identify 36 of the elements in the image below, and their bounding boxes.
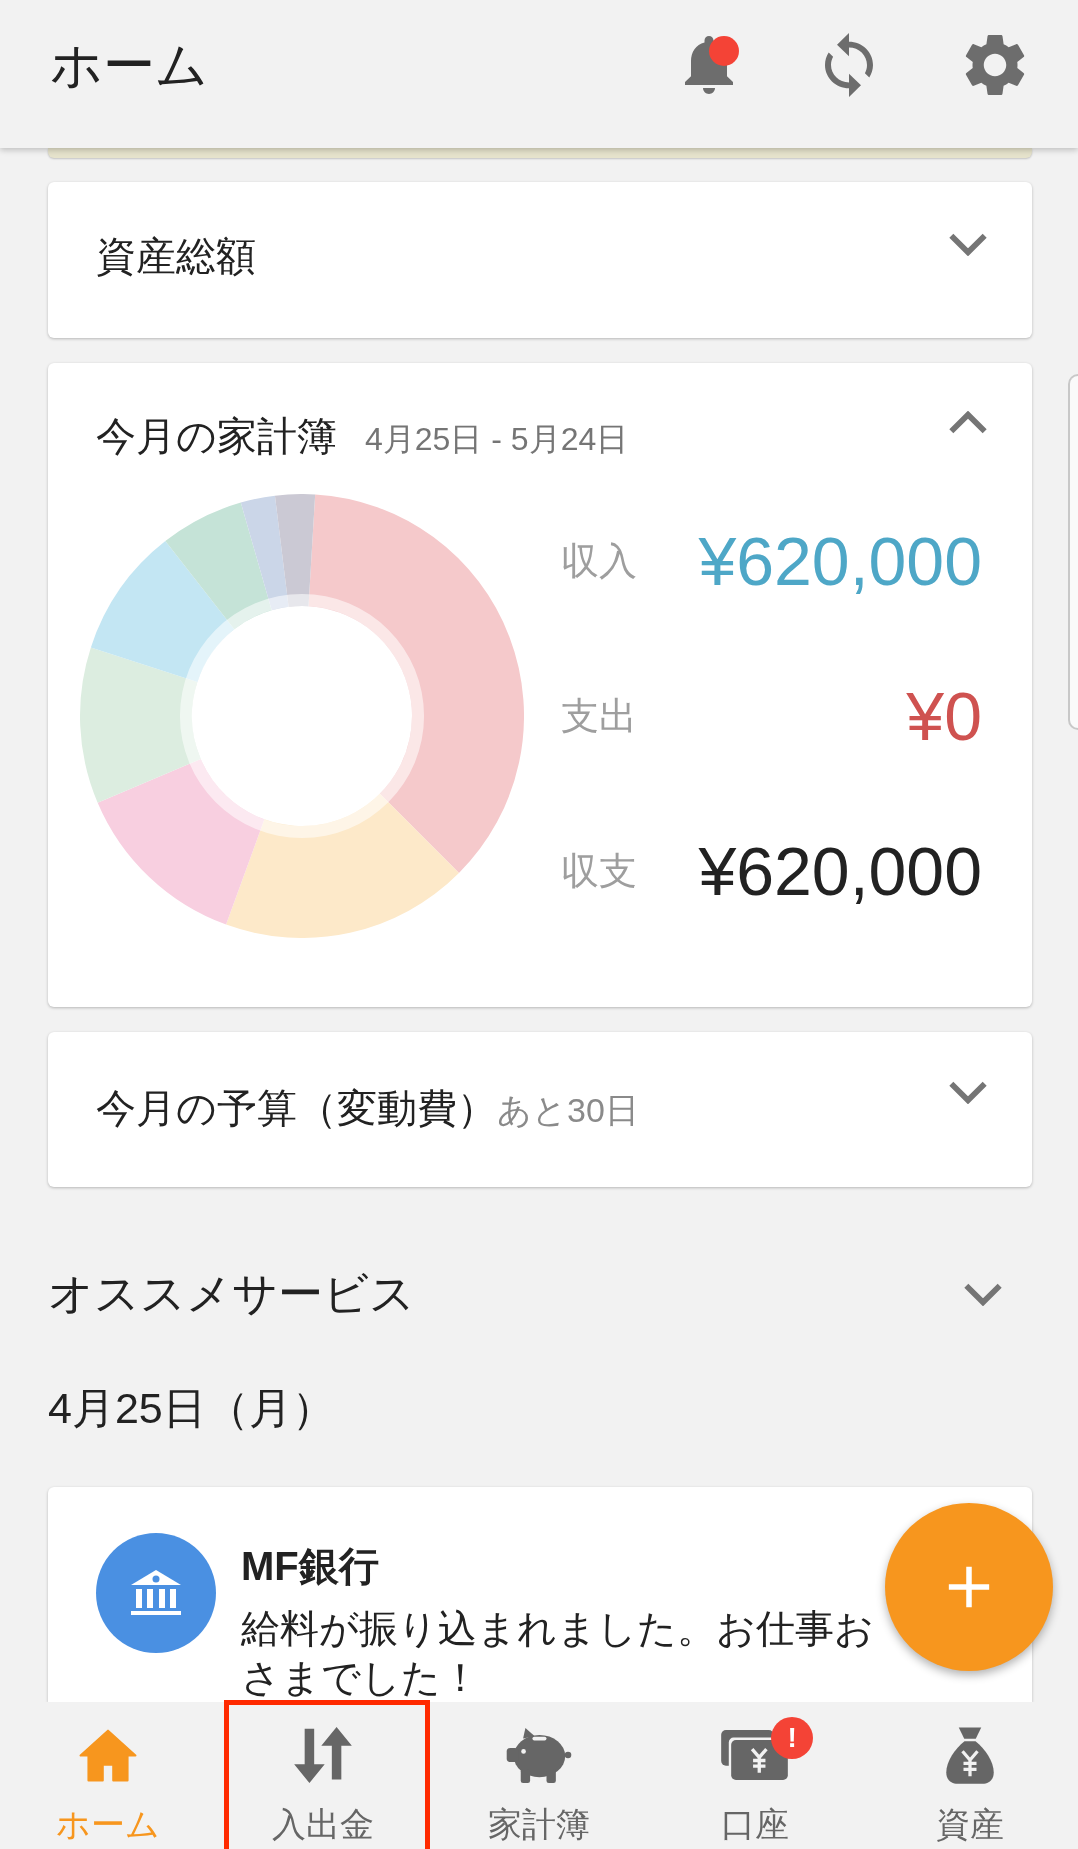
expense-amount: ¥0 [906, 677, 982, 756]
alert-badge: ! [771, 1717, 814, 1759]
balance-amount: ¥620,000 [698, 832, 982, 911]
chevron-up-icon[interactable] [948, 411, 988, 435]
summary-label: 支出 [561, 693, 637, 739]
days-remaining: あと30日 [497, 1090, 639, 1131]
date-heading: 4月25日（月） [48, 1383, 335, 1434]
chevron-down-icon[interactable] [948, 232, 988, 256]
nav-tab[interactable]: ! 口座 [646, 1702, 863, 1849]
settings-button[interactable] [965, 35, 1025, 95]
screen-title: ホーム [50, 35, 208, 96]
nav-tab[interactable]: 入出金 [215, 1702, 432, 1849]
sync-icon [825, 33, 873, 97]
summary-label: 収入 [561, 538, 637, 584]
chevron-down-icon[interactable] [948, 1080, 988, 1104]
card-title: 今月の家計簿 [96, 413, 337, 460]
section-title: オススメサービス [48, 1267, 415, 1321]
summary-label: 収支 [561, 848, 637, 894]
piggy-bank-icon [506, 1727, 572, 1783]
up-down-arrows-icon [294, 1727, 353, 1783]
money-bag-icon [945, 1726, 996, 1784]
plus-icon [947, 1565, 991, 1609]
card-title: 今月の予算（変動費） [96, 1085, 497, 1132]
bank-icon [96, 1533, 216, 1653]
sync-button[interactable] [825, 33, 873, 97]
nav-tab[interactable]: 家計簿 [431, 1702, 647, 1849]
chevron-down-icon[interactable] [963, 1282, 1003, 1306]
card-title: 資産総額 [96, 233, 256, 280]
message-text: さまでした！ [241, 1655, 480, 1701]
home-icon [78, 1728, 137, 1782]
settings-icon [965, 35, 1025, 95]
nav-tab[interactable]: 資産 [862, 1702, 1078, 1849]
message-text: 給料が振り込まれました。お仕事お [241, 1606, 874, 1652]
date-range: 4月25日 - 5月24日 [365, 420, 629, 459]
account-name: MF銀行 [241, 1543, 379, 1590]
income-amount: ¥620,000 [698, 522, 982, 601]
